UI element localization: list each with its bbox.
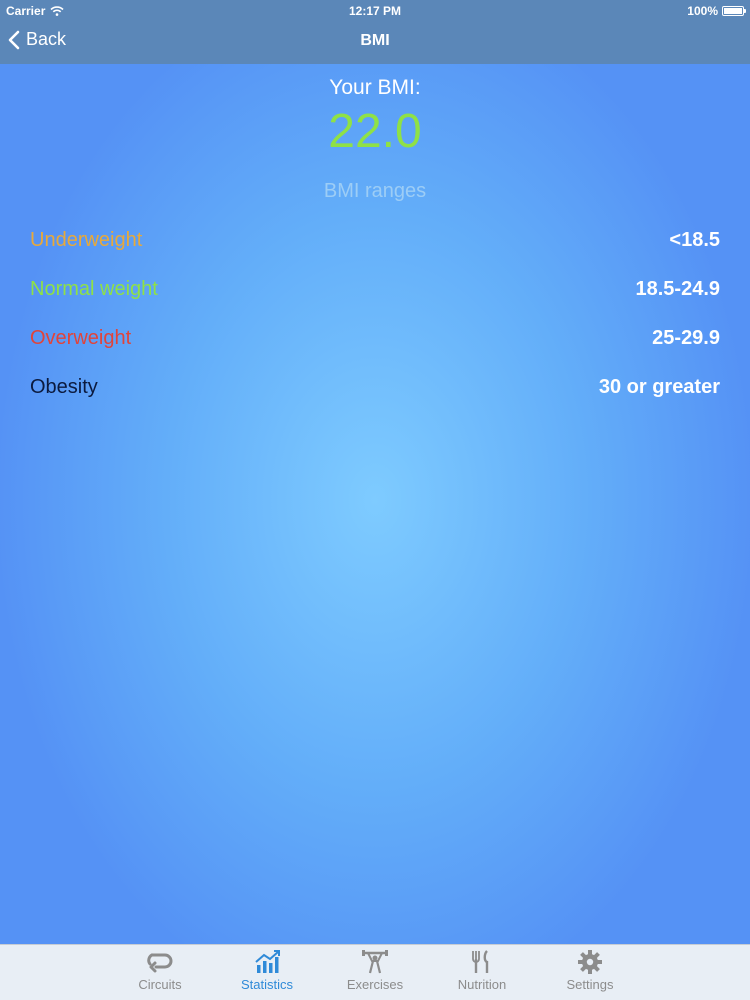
bmi-screen: Carrier 12:17 PM 100% Back BMI Your BMI:…: [0, 0, 750, 1000]
nutrition-icon: [472, 950, 489, 973]
range-value: 25-29.9: [652, 327, 720, 349]
tab-nutrition[interactable]: Nutrition: [432, 949, 532, 992]
tab-label: Settings: [566, 977, 614, 992]
range-row-overweight: Overweight 25-29.9: [30, 327, 720, 355]
range-name: Obesity: [30, 376, 98, 398]
range-value: <18.5: [669, 229, 720, 251]
range-name: Normal weight: [30, 278, 158, 300]
status-bar: Carrier 12:17 PM 100%: [0, 0, 750, 22]
range-name: Overweight: [30, 327, 132, 349]
statistics-icon: [255, 950, 280, 973]
battery-level: [724, 8, 742, 14]
range-row-underweight: Underweight <18.5: [30, 229, 720, 257]
battery-percent: 100%: [687, 4, 718, 18]
tab-label: Circuits: [138, 977, 182, 992]
range-value: 30 or greater: [598, 376, 720, 398]
range-row-normal-weight: Normal weight 18.5-24.9: [30, 278, 720, 306]
status-time: 12:17 PM: [348, 4, 402, 18]
settings-icon: [578, 950, 602, 974]
page-title: BMI: [360, 32, 390, 49]
top-bar: Carrier 12:17 PM 100% Back BMI: [0, 0, 750, 64]
tab-label: Exercises: [346, 977, 404, 992]
range-value: 18.5-24.9: [635, 278, 720, 300]
tab-label: Nutrition: [457, 977, 507, 992]
range-row-obesity: Obesity 30 or greater: [30, 376, 720, 404]
bmi-value: 22.0: [328, 105, 422, 158]
battery-icon: [722, 6, 746, 16]
navigation-bar: Back BMI: [0, 22, 750, 64]
tab-circuits[interactable]: Circuits: [110, 949, 210, 992]
tab-settings[interactable]: Settings: [540, 949, 640, 992]
exercises-icon: [362, 950, 388, 974]
bmi-label: Your BMI:: [329, 76, 421, 99]
circuits-icon: [147, 953, 173, 973]
bmi-ranges-heading: BMI ranges: [323, 180, 427, 202]
tab-statistics[interactable]: Statistics: [217, 949, 317, 992]
range-name: Underweight: [30, 229, 143, 251]
tab-label: Statistics: [240, 977, 293, 992]
tab-exercises[interactable]: Exercises: [325, 949, 425, 992]
status-battery: 100%: [687, 4, 746, 18]
tab-bar: Circuits Statistics Exercises Nutrition …: [0, 944, 750, 1000]
